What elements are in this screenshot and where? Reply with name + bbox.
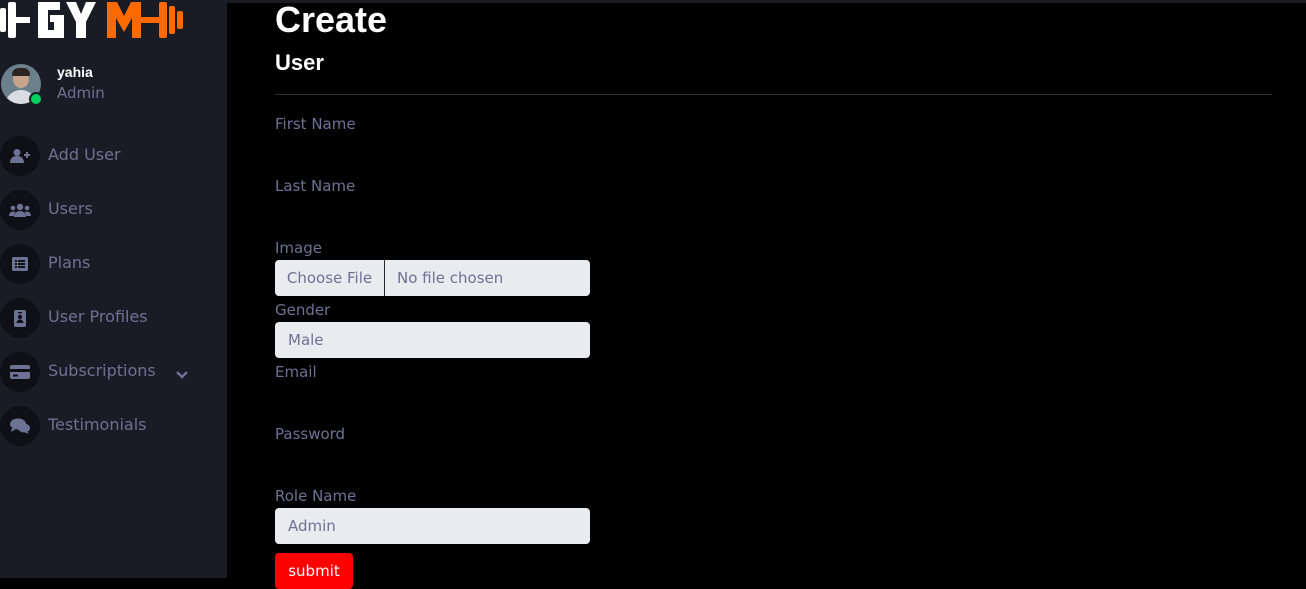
sidebar-item-add-user[interactable]: Add User (0, 135, 227, 189)
password-label: Password (275, 425, 346, 443)
gender-select-value: Male (288, 331, 324, 349)
main-content: Create User First Name Last Name Image C… (227, 0, 1306, 589)
online-status-icon (29, 92, 43, 106)
sidebar-item-label: Testimonials (48, 415, 147, 434)
user-profile[interactable]: yahia Admin (0, 64, 227, 106)
profile-name: yahia (57, 64, 93, 80)
sidebar-item-plans[interactable]: Plans (0, 243, 227, 297)
gender-label: Gender (275, 301, 331, 319)
role-select-value: Admin (288, 517, 336, 535)
first-name-label: First Name (275, 115, 356, 133)
chevron-down-icon[interactable] (176, 365, 188, 384)
id-badge-icon (0, 298, 40, 338)
last-name-label: Last Name (275, 177, 356, 195)
sidebar-item-users[interactable]: Users (0, 189, 227, 243)
credit-card-icon (0, 352, 40, 392)
sidebar-item-label: Subscriptions (48, 361, 156, 380)
profile-role: Admin (57, 84, 105, 102)
role-name-label: Role Name (275, 487, 357, 505)
submit-button[interactable]: submit (275, 553, 353, 589)
comments-icon (0, 406, 40, 446)
choose-file-button[interactable]: Choose File (275, 260, 385, 296)
sidebar: yahia Admin Add User Users Plans User Pr… (0, 0, 227, 578)
gym-logo[interactable] (0, 0, 190, 40)
email-label: Email (275, 363, 317, 381)
sidebar-item-subscriptions[interactable]: Subscriptions (0, 351, 227, 405)
users-icon (0, 190, 40, 230)
card-title: User (275, 50, 324, 75)
sidebar-item-user-profiles[interactable]: User Profiles (0, 297, 227, 351)
page-title: Create (275, 0, 388, 40)
sidebar-item-label: Plans (48, 253, 91, 272)
role-name-select[interactable]: Admin (275, 508, 590, 544)
image-label: Image (275, 239, 322, 257)
sidebar-item-label: Add User (48, 145, 121, 164)
file-status-text: No file chosen (397, 269, 504, 287)
sidebar-nav: Add User Users Plans User Profiles Subsc… (0, 135, 227, 459)
image-file-input[interactable]: Choose File No file chosen (275, 260, 590, 296)
user-plus-icon (0, 136, 40, 176)
sidebar-item-testimonials[interactable]: Testimonials (0, 405, 227, 459)
sidebar-item-label: User Profiles (48, 307, 148, 326)
gender-select[interactable]: Male (275, 322, 590, 358)
list-icon (0, 244, 40, 284)
sidebar-item-label: Users (48, 199, 93, 218)
divider (275, 94, 1272, 95)
